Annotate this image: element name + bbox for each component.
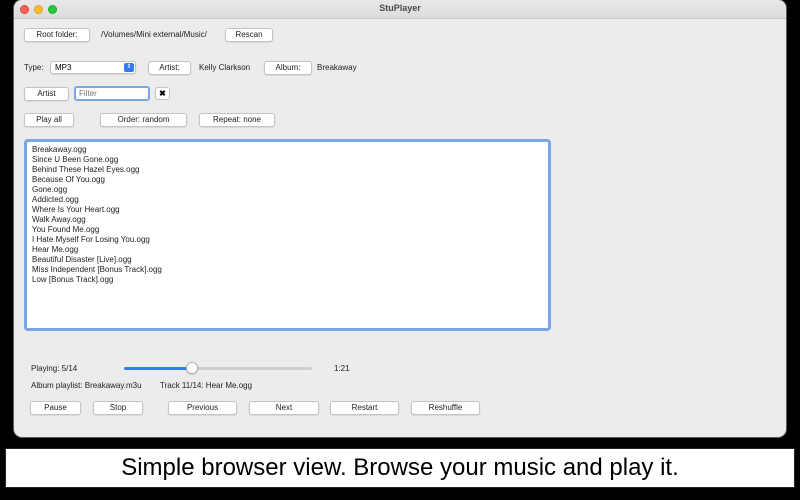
- track-list-item[interactable]: Low [Bonus Track].ogg: [32, 275, 543, 285]
- restart-button[interactable]: Restart: [330, 401, 399, 415]
- current-track-label: Track 11/14: Hear Me.ogg: [160, 381, 253, 390]
- track-list-item[interactable]: Since U Been Gone.ogg: [32, 155, 543, 165]
- elapsed-time: 1:21: [334, 364, 350, 373]
- progress-knob[interactable]: [185, 362, 198, 374]
- playlist-label: Album playlist: Breakaway.m3u: [31, 381, 142, 390]
- chevron-updown-icon: ⇕: [124, 63, 134, 72]
- type-label: Type:: [24, 63, 44, 72]
- album-value: Breakaway: [317, 63, 357, 72]
- track-list-item[interactable]: Addicted.ogg: [32, 195, 543, 205]
- track-list-item[interactable]: Hear Me.ogg: [32, 245, 543, 255]
- rescan-button[interactable]: Rescan: [225, 28, 273, 42]
- next-button[interactable]: Next: [249, 401, 319, 415]
- pause-button[interactable]: Pause: [30, 401, 81, 415]
- track-list-item[interactable]: You Found Me.ogg: [32, 225, 543, 235]
- window-title: StuPlayer: [379, 3, 421, 13]
- progress-fill: [124, 367, 192, 370]
- track-list-item[interactable]: Behind These Hazel Eyes.ogg: [32, 165, 543, 175]
- stop-button[interactable]: Stop: [93, 401, 143, 415]
- artist-select-button[interactable]: Artist:: [148, 61, 191, 75]
- search-field-button[interactable]: Artist: [24, 87, 69, 101]
- playing-status: Playing: 5/14: [31, 364, 78, 373]
- track-list-item[interactable]: Gone.ogg: [32, 185, 543, 195]
- track-list-item[interactable]: Miss Independent [Bonus Track].ogg: [32, 265, 543, 275]
- artist-value: Kelly Clarkson: [199, 63, 251, 72]
- reshuffle-button[interactable]: Reshuffle: [411, 401, 480, 415]
- clear-filter-icon[interactable]: ✖: [155, 87, 170, 100]
- order-button[interactable]: Order: random: [100, 113, 187, 127]
- track-list-item[interactable]: Where Is Your Heart.ogg: [32, 205, 543, 215]
- filter-input[interactable]: [74, 86, 150, 101]
- track-list-item[interactable]: Because Of You.ogg: [32, 175, 543, 185]
- repeat-button[interactable]: Repeat: none: [199, 113, 275, 127]
- type-select-value: MP3: [55, 63, 72, 72]
- track-list-item[interactable]: Breakaway.ogg: [32, 145, 543, 155]
- track-list-item[interactable]: Walk Away.ogg: [32, 215, 543, 225]
- play-all-button[interactable]: Play all: [24, 113, 74, 127]
- previous-button[interactable]: Previous: [168, 401, 237, 415]
- root-folder-button[interactable]: Root folder:: [24, 28, 90, 42]
- track-list-item[interactable]: I Hate Myself For Losing You.ogg: [32, 235, 543, 245]
- type-select[interactable]: MP3 ⇕: [50, 61, 136, 74]
- album-select-button[interactable]: Album:: [264, 61, 312, 75]
- track-list-item[interactable]: Beautiful Disaster [Live].ogg: [32, 255, 543, 265]
- app-window: StuPlayer Root folder: /Volumes/Mini ext…: [14, 0, 786, 437]
- progress-slider[interactable]: [124, 367, 312, 370]
- caption-banner: Simple browser view. Browse your music a…: [5, 448, 795, 488]
- title-bar: StuPlayer: [14, 0, 786, 19]
- root-path: /Volumes/Mini external/Music/: [101, 30, 207, 39]
- track-list[interactable]: Breakaway.ogg Since U Been Gone.ogg Behind…: [24, 139, 551, 331]
